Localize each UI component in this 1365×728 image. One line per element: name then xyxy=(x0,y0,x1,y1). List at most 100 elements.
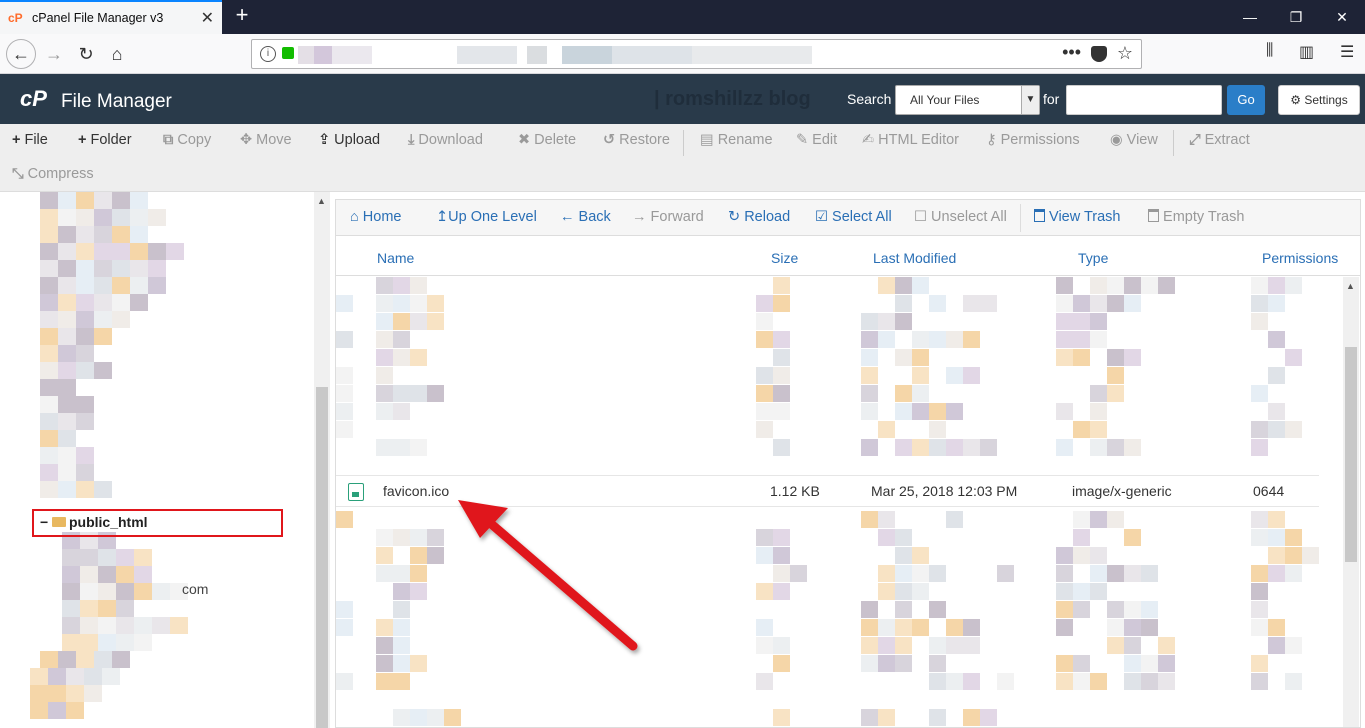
bookmark-star-icon[interactable]: ☆ xyxy=(1117,43,1133,64)
delete-button[interactable]: ✖ Delete xyxy=(518,132,576,148)
settings-button[interactable]: ⚙ Settings xyxy=(1278,85,1360,115)
column-last-modified[interactable]: Last Modified xyxy=(873,250,956,266)
blurred-pixel xyxy=(58,430,76,447)
select-all-button[interactable]: ☑ Select All xyxy=(815,209,892,225)
column-type[interactable]: Type xyxy=(1078,250,1108,266)
blurred-pixel xyxy=(912,403,929,420)
blurred-pixel xyxy=(1107,295,1124,312)
back-icon[interactable]: ← xyxy=(6,39,36,69)
rename-button[interactable]: ▤ Rename xyxy=(700,132,773,148)
upload-button[interactable]: ⇪ Upload xyxy=(318,132,380,148)
blurred-pixel xyxy=(1107,619,1124,636)
pocket-icon[interactable] xyxy=(1091,46,1107,62)
home-button[interactable]: ⌂ Home xyxy=(350,209,401,225)
home-icon[interactable]: ⌂ xyxy=(103,40,131,68)
copy-button[interactable]: ⧉ Copy xyxy=(163,132,211,148)
blurred-pixel xyxy=(336,295,353,312)
page-actions-icon[interactable]: ••• xyxy=(1062,42,1081,63)
permissions-button[interactable]: ⚷ Permissions xyxy=(986,132,1080,148)
close-window-icon[interactable]: ✕ xyxy=(1319,0,1365,34)
column-size[interactable]: Size xyxy=(771,250,798,266)
blurred-pixel xyxy=(1251,385,1268,402)
up-one-level-button[interactable]: ↥Up One Level xyxy=(436,209,537,225)
table-row-favicon[interactable]: favicon.ico 1.12 KB Mar 25, 2018 12:03 P… xyxy=(336,475,1319,507)
scrollbar-thumb[interactable] xyxy=(1345,347,1357,562)
blurred-pixel xyxy=(98,617,116,634)
new-folder-button[interactable]: + Folder xyxy=(78,132,132,148)
sidebar-icon[interactable]: ▥ xyxy=(1299,42,1314,62)
blurred-pixel xyxy=(393,565,410,582)
blurred-pixel xyxy=(1107,385,1124,402)
blurred-pixel xyxy=(1251,529,1268,546)
restore-button[interactable]: ↺ Restore xyxy=(603,132,670,148)
home-icon: ⌂ xyxy=(350,209,359,225)
empty-trash-button[interactable]: Empty Trash xyxy=(1148,209,1244,225)
tree-scrollbar[interactable]: ▲ xyxy=(314,192,330,728)
back-button[interactable]: ← Back xyxy=(560,209,611,225)
view-trash-button[interactable]: View Trash xyxy=(1034,209,1121,225)
html-editor-button[interactable]: ✍ HTML Editor xyxy=(862,132,959,148)
search-input[interactable] xyxy=(1066,85,1222,115)
go-button[interactable]: Go xyxy=(1227,85,1265,115)
download-button[interactable]: ⤓ Download xyxy=(408,132,483,148)
file-list-scrollbar[interactable]: ▲ xyxy=(1319,277,1360,727)
blurred-pixel xyxy=(427,547,444,564)
blurred-pixel xyxy=(1285,529,1302,546)
view-button[interactable]: ◉ View xyxy=(1110,132,1158,148)
button-label: Permissions xyxy=(1000,132,1080,148)
scroll-up-icon[interactable]: ▲ xyxy=(1346,281,1355,291)
scrollbar-thumb[interactable] xyxy=(316,387,328,728)
blurred-pixel xyxy=(895,295,912,312)
column-name[interactable]: Name xyxy=(377,250,414,266)
info-icon[interactable]: i xyxy=(260,46,276,62)
blurred-pixel xyxy=(773,565,790,582)
blurred-url xyxy=(332,46,372,64)
search-scope-select[interactable]: All Your Files ▼ xyxy=(895,85,1040,115)
restore-icon[interactable]: ❐ xyxy=(1273,0,1319,34)
browser-tab[interactable]: cP cPanel File Manager v3 ✕ xyxy=(0,0,222,34)
minimize-icon[interactable]: — xyxy=(1227,0,1273,34)
blurred-pixel xyxy=(997,565,1014,582)
url-bar[interactable]: i ••• ☆ xyxy=(251,39,1142,69)
blurred-pixel xyxy=(40,209,58,226)
blurred-pixel xyxy=(1056,349,1073,366)
blurred-pixel xyxy=(62,549,80,566)
blurred-pixel xyxy=(58,345,76,362)
chevron-down-icon[interactable]: ▼ xyxy=(1021,86,1039,114)
blurred-pixel xyxy=(1107,637,1124,654)
reload-button[interactable]: ↻ Reload xyxy=(728,209,790,225)
edit-button[interactable]: ✎ Edit xyxy=(796,132,837,148)
unselect-all-button[interactable]: ☐ Unselect All xyxy=(914,209,1007,225)
blurred-pixel xyxy=(130,277,148,294)
library-icon[interactable]: ⫼ xyxy=(1266,42,1273,60)
new-file-button[interactable]: + File xyxy=(12,132,48,148)
scroll-up-icon[interactable]: ▲ xyxy=(317,196,326,206)
forward-button[interactable]: → Forward xyxy=(632,209,704,225)
extract-button[interactable]: ⤢ Extract xyxy=(1189,132,1250,148)
forward-arrow-icon: → xyxy=(632,209,647,225)
menu-icon[interactable]: ☰ xyxy=(1340,42,1354,62)
blurred-pixel xyxy=(1090,385,1107,402)
tree-folder-public-html[interactable]: − public_html xyxy=(40,514,148,530)
blurred-pixel xyxy=(80,617,98,634)
lock-icon[interactable] xyxy=(282,47,294,59)
forward-icon[interactable]: → xyxy=(40,40,68,68)
tab-close-icon[interactable]: ✕ xyxy=(201,8,214,28)
blurred-pixel xyxy=(1251,313,1268,330)
blurred-pixel xyxy=(48,685,66,702)
blurred-pixel xyxy=(1251,295,1268,312)
button-label: Download xyxy=(418,132,483,148)
blurred-pixel xyxy=(861,349,878,366)
blurred-pixel xyxy=(878,277,895,294)
blurred-pixel xyxy=(410,529,427,546)
collapse-icon[interactable]: − xyxy=(40,514,48,530)
compress-button[interactable]: ⤡ Compress xyxy=(12,166,94,182)
move-button[interactable]: ✥ Move xyxy=(240,132,292,148)
new-tab-icon[interactable]: + xyxy=(230,4,254,28)
column-permissions[interactable]: Permissions xyxy=(1262,250,1338,266)
tree-folder-partial-label[interactable]: com xyxy=(182,581,208,597)
blurred-pixel xyxy=(1158,637,1175,654)
reload-icon[interactable]: ↻ xyxy=(72,40,100,68)
cpanel-logo[interactable]: cP xyxy=(20,88,47,110)
blurred-pixel xyxy=(30,668,48,685)
